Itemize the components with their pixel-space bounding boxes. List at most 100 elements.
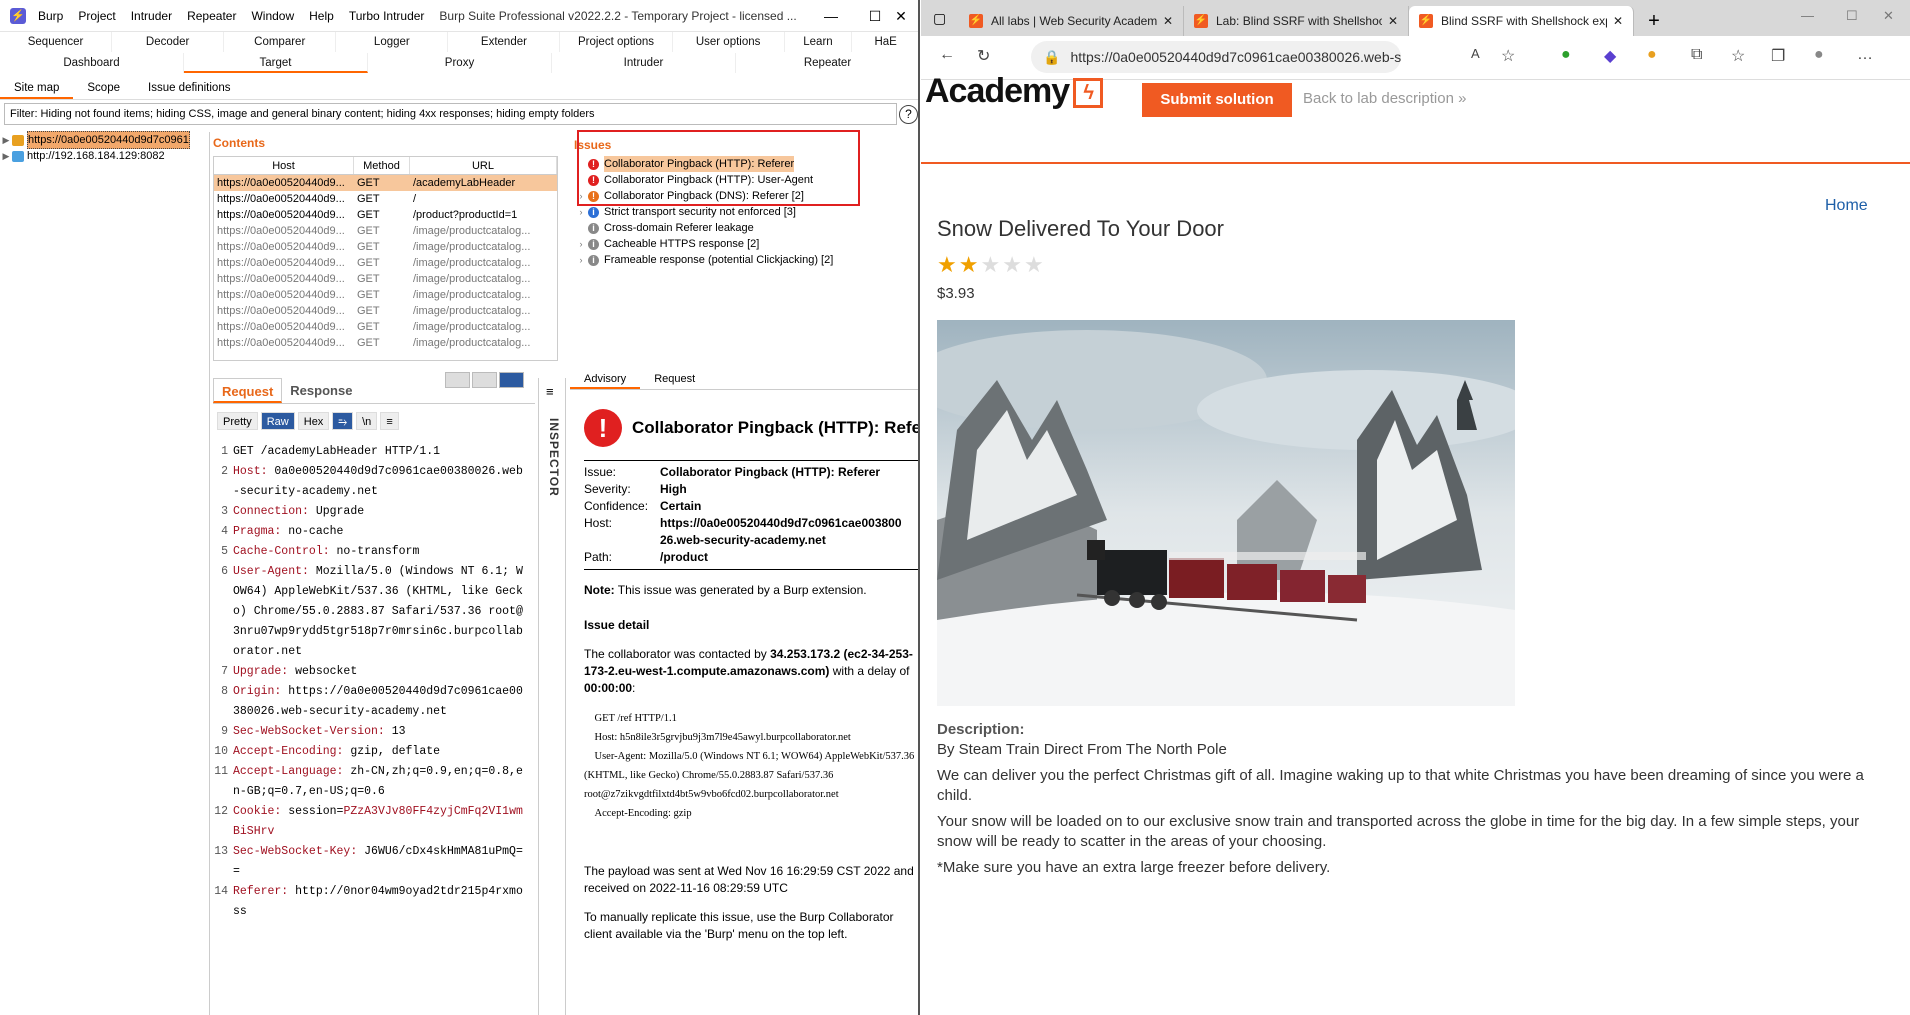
close-tab-icon[interactable]: ✕ bbox=[1388, 14, 1398, 28]
menu-repeater[interactable]: Repeater bbox=[187, 9, 236, 23]
back-to-lab-link[interactable]: Back to lab description » bbox=[1303, 90, 1466, 107]
tab-comparer[interactable]: Comparer bbox=[224, 32, 337, 52]
contents-row[interactable]: https://0a0e00520440d9... GET/image/produ… bbox=[214, 287, 557, 303]
tab-intruder[interactable]: Intruder bbox=[552, 53, 736, 73]
hex-button[interactable]: Hex bbox=[297, 412, 330, 430]
subtab-site-map[interactable]: Site map bbox=[0, 78, 74, 99]
extension-purple-icon[interactable]: ◆ bbox=[1604, 46, 1616, 66]
browser-tab-active[interactable]: ⚡ Blind SSRF with Shellshock explo ✕ bbox=[1409, 6, 1634, 36]
close-icon[interactable]: ✕ bbox=[878, 0, 918, 32]
tab-response[interactable]: Response bbox=[282, 378, 360, 403]
wrap-lines-icon[interactable]: ⥱ bbox=[332, 412, 354, 430]
contents-row[interactable]: https://0a0e00520440d9... GET/image/produ… bbox=[214, 335, 557, 351]
chevron-right-icon[interactable]: ▶ bbox=[0, 132, 12, 148]
menu-help[interactable]: Help bbox=[309, 9, 334, 23]
tab-extender[interactable]: Extender bbox=[448, 32, 561, 52]
menu-turbo-intruder[interactable]: Turbo Intruder bbox=[349, 9, 425, 23]
extension-green-icon[interactable]: ● bbox=[1561, 46, 1571, 64]
tab-proxy[interactable]: Proxy bbox=[368, 53, 552, 73]
tab-project-options[interactable]: Project options bbox=[560, 32, 673, 52]
menu-intruder[interactable]: Intruder bbox=[131, 9, 172, 23]
menu-burp[interactable]: Burp bbox=[38, 9, 63, 23]
pretty-button[interactable]: Pretty bbox=[217, 412, 258, 430]
extension-color-icon[interactable]: ● bbox=[1647, 46, 1657, 64]
academy-logo[interactable]: Academy ϟ bbox=[925, 72, 1104, 111]
chevron-right-icon[interactable]: ▶ bbox=[0, 148, 12, 164]
close-tab-icon[interactable]: ✕ bbox=[1613, 14, 1623, 28]
maximize-icon[interactable]: ☐ bbox=[1846, 8, 1858, 24]
contents-row[interactable]: https://0a0e00520440d9... GET/image/produ… bbox=[214, 303, 557, 319]
product-title: Snow Delivered To Your Door bbox=[937, 216, 1224, 241]
col-host[interactable]: Host bbox=[214, 157, 354, 174]
sitemap-filter-bar[interactable]: Filter: Hiding not found items; hiding C… bbox=[4, 103, 897, 125]
collections-icon[interactable]: ❐ bbox=[1771, 46, 1785, 66]
contents-row[interactable]: https://0a0e00520440d9... GET/product?pro… bbox=[214, 207, 557, 223]
tab-hae[interactable]: HaE bbox=[852, 32, 918, 52]
contents-row[interactable]: https://0a0e00520440d9... GET/image/produ… bbox=[214, 239, 557, 255]
new-tab-icon[interactable]: + bbox=[1634, 6, 1674, 36]
browser-tab-lab[interactable]: ⚡ Lab: Blind SSRF with Shellshock e ✕ bbox=[1184, 6, 1409, 36]
contents-row[interactable]: https://0a0e00520440d9... GET/image/produ… bbox=[214, 255, 557, 271]
menu-icon[interactable]: ≡ bbox=[380, 412, 399, 430]
submit-solution-button[interactable]: Submit solution bbox=[1142, 83, 1292, 117]
tab-decoder[interactable]: Decoder bbox=[112, 32, 225, 52]
address-bar[interactable]: 🔒 https://0a0e00520440d9d7c0961cae003800… bbox=[1031, 41, 1401, 73]
line-number: 3 bbox=[221, 505, 228, 518]
raw-button[interactable]: Raw bbox=[260, 412, 295, 430]
contents-row[interactable]: https://0a0e00520440d9... GET/image/produ… bbox=[214, 223, 557, 239]
tab-request[interactable]: Request bbox=[213, 378, 283, 403]
issue-item[interactable]: i Cross-domain Referer leakage bbox=[574, 220, 918, 236]
read-aloud-icon[interactable]: A bbox=[1471, 46, 1480, 61]
profile-avatar-icon[interactable]: ● bbox=[1814, 46, 1824, 64]
contents-row[interactable]: https://0a0e00520440d9... GET/image/produ… bbox=[214, 319, 557, 335]
tab-sequencer[interactable]: Sequencer bbox=[0, 32, 113, 52]
hamburger-icon[interactable]: ≡ bbox=[546, 384, 554, 399]
more-menu-icon[interactable]: … bbox=[1857, 46, 1873, 64]
col-method[interactable]: Method bbox=[354, 157, 410, 174]
col-url[interactable]: URL bbox=[410, 157, 557, 174]
contents-row[interactable]: https://0a0e00520440d9... GET / bbox=[214, 191, 557, 207]
extensions-icon[interactable]: ⧉ bbox=[1691, 46, 1702, 64]
tree-node-local-host[interactable]: ▶ http://192.168.184.129:8082 bbox=[0, 148, 209, 164]
favorite-add-icon[interactable]: ☆ bbox=[1501, 46, 1515, 66]
tab-advisory-request[interactable]: Request bbox=[640, 368, 709, 389]
chevron-right-icon[interactable]: › bbox=[574, 252, 588, 268]
issue-item[interactable]: › i Strict transport security not enforced… bbox=[574, 204, 918, 220]
line-text: Upgrade: websocket bbox=[233, 662, 523, 682]
issue-item[interactable]: › i Frameable response (potential Clickjac… bbox=[574, 252, 918, 268]
contents-row[interactable]: https://0a0e00520440d9... GET/image/produ… bbox=[214, 271, 557, 287]
chevron-right-icon[interactable]: › bbox=[574, 236, 588, 252]
minimize-icon[interactable]: — bbox=[1801, 8, 1814, 23]
favorites-icon[interactable]: ☆ bbox=[1731, 46, 1745, 66]
help-icon[interactable]: ? bbox=[899, 105, 918, 124]
tab-target[interactable]: Target bbox=[184, 53, 368, 73]
tab-actions-icon[interactable]: ▢ bbox=[933, 10, 946, 27]
window-title: Burp Suite Professional v2022.2.2 - Temp… bbox=[439, 8, 797, 23]
menu-window[interactable]: Window bbox=[251, 9, 294, 23]
chevron-right-icon[interactable]: › bbox=[574, 204, 588, 220]
home-link[interactable]: Home bbox=[1825, 197, 1868, 215]
tab-learn[interactable]: Learn bbox=[785, 32, 853, 52]
newline-toggle-icon[interactable]: \n bbox=[356, 412, 378, 430]
tab-advisory[interactable]: Advisory bbox=[570, 368, 641, 389]
issue-item[interactable]: › i Cacheable HTTPS response [2] bbox=[574, 236, 918, 252]
back-icon[interactable]: ← bbox=[939, 46, 955, 64]
minimize-icon[interactable]: — bbox=[808, 0, 854, 32]
request-editor[interactable]: 1 GET /academyLabHeader HTTP/1.1 2 Host: 0a… bbox=[213, 442, 535, 1002]
star-empty-icon: ★ bbox=[980, 252, 1003, 277]
browser-tab-all-labs[interactable]: ⚡ All labs | Web Security Academy ✕ bbox=[959, 6, 1184, 36]
refresh-icon[interactable]: ↻ bbox=[977, 46, 990, 66]
tab-logger[interactable]: Logger bbox=[336, 32, 449, 52]
subtab-issue-definitions[interactable]: Issue definitions bbox=[134, 78, 244, 99]
tree-node-target-host[interactable]: ▶ https://0a0e00520440d9d7c0961 bbox=[0, 131, 209, 149]
menu-project[interactable]: Project bbox=[78, 9, 115, 23]
subtab-scope[interactable]: Scope bbox=[73, 78, 134, 99]
close-tab-icon[interactable]: ✕ bbox=[1163, 14, 1173, 28]
contents-row[interactable]: https://0a0e00520440d9... GET/academyLabH… bbox=[214, 175, 557, 191]
tab-repeater[interactable]: Repeater bbox=[736, 53, 918, 73]
tab-dashboard[interactable]: Dashboard bbox=[0, 53, 184, 73]
close-icon[interactable]: ✕ bbox=[1883, 8, 1894, 24]
inspector-sidebar[interactable]: ≡ INSPECTOR bbox=[538, 378, 566, 1015]
advisory-note: Note: This issue was generated by a Burp… bbox=[584, 583, 867, 597]
tab-user-options[interactable]: User options bbox=[673, 32, 785, 52]
